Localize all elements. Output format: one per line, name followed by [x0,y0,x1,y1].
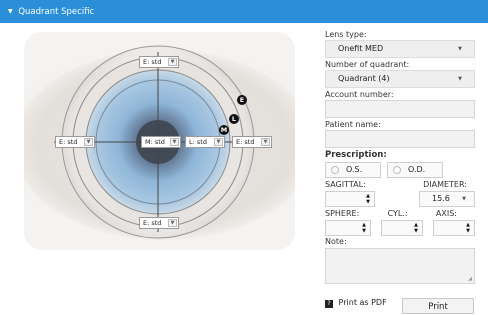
prescription-label: Prescription: [325,150,387,160]
select-top[interactable]: E: std ▼ [139,56,179,68]
chevron-down-icon: ▼ [168,58,177,66]
sphere-stepper[interactable]: ▲ ▼ [325,220,371,236]
chevron-down-icon: ▼ [458,46,462,52]
quadrant-select[interactable]: Quadrant (4) ▼ [325,70,475,88]
marker-m: M [219,125,229,135]
cyl-stepper[interactable]: ▲ ▼ [381,220,423,236]
section-header[interactable]: ▼ Quadrant Specific [0,0,488,23]
stepper-arrows-icon[interactable]: ▲ ▼ [412,222,420,234]
stepper-arrows-icon[interactable]: ▲ ▼ [360,222,368,234]
patient-label: Patient name: [325,120,381,129]
quadrant-label: Number of quadrant: [325,60,410,69]
diameter-label: DIAMETER: [423,180,467,189]
lens-form: Lens type: Onefit MED ▼ Number of quadra… [325,30,475,284]
axis-stepper[interactable]: ▲ ▼ [433,220,475,236]
patient-input[interactable] [325,130,475,148]
chevron-down-icon: ▼ [214,138,223,146]
account-label: Account number: [325,90,394,99]
print-pdf-option[interactable]: ? Print as PDF [325,298,387,308]
sag-diam-labels: SAGITTAL: DIAMETER: [325,180,475,190]
rx-inputs: ▲ ▼ ▲ ▼ ▲ ▼ [325,220,475,236]
marker-l: L [229,114,239,124]
stepper-arrows-icon[interactable]: ▲ ▼ [364,193,372,205]
marker-e: E [237,95,247,105]
lens-type-label: Lens type: [325,30,367,39]
eye-diagram: E: std ▼ E: std ▼ M: std ▼ L: std ▼ E: s… [24,32,295,250]
chevron-down-icon: ▼ [168,219,177,227]
eye-side-radios: O.S. O.D. [325,162,475,178]
chevron-down-icon: ▼ [458,76,462,82]
rx-labels: SPHERE: CYL.: AXIS: [325,209,475,219]
radio-circle-icon [331,166,339,174]
chevron-down-icon: ▼ [84,138,93,146]
sagittal-label: SAGITTAL: [325,180,366,189]
sagittal-stepper[interactable]: ▲ ▼ [325,191,375,207]
cyl-label: CYL.: [387,209,408,218]
stepper-arrows-icon[interactable]: ▲ ▼ [464,222,472,234]
help-icon: ? [325,300,333,308]
print-button[interactable]: Print [402,298,474,314]
select-left[interactable]: E: std ▼ [55,136,95,148]
resize-grip-icon[interactable]: ◢ [468,276,472,282]
chevron-down-icon: ▼ [462,196,466,202]
lens-type-select[interactable]: Onefit MED ▼ [325,40,475,58]
account-input[interactable] [325,100,475,118]
note-textarea[interactable]: ◢ [325,248,475,284]
note-label: Note: [325,237,347,246]
section-title: Quadrant Specific [18,7,95,17]
triangle-down-icon: ▼ [8,8,13,15]
select-center-m[interactable]: M: std ▼ [141,136,181,148]
select-bottom[interactable]: E: std ▼ [139,217,179,229]
chevron-down-icon: ▼ [261,138,270,146]
od-radio[interactable]: O.D. [387,162,443,178]
sphere-label: SPHERE: [325,209,360,218]
chevron-down-icon: ▼ [170,138,179,146]
select-center-l[interactable]: L: std ▼ [185,136,225,148]
axis-label: AXIS: [435,209,457,218]
os-radio[interactable]: O.S. [325,162,381,178]
radio-circle-icon [393,166,401,174]
sag-diam-inputs: ▲ ▼ 15.6 ▼ [325,191,475,207]
diameter-select[interactable]: 15.6 ▼ [419,191,475,207]
select-right[interactable]: E: std ▼ [232,136,272,148]
